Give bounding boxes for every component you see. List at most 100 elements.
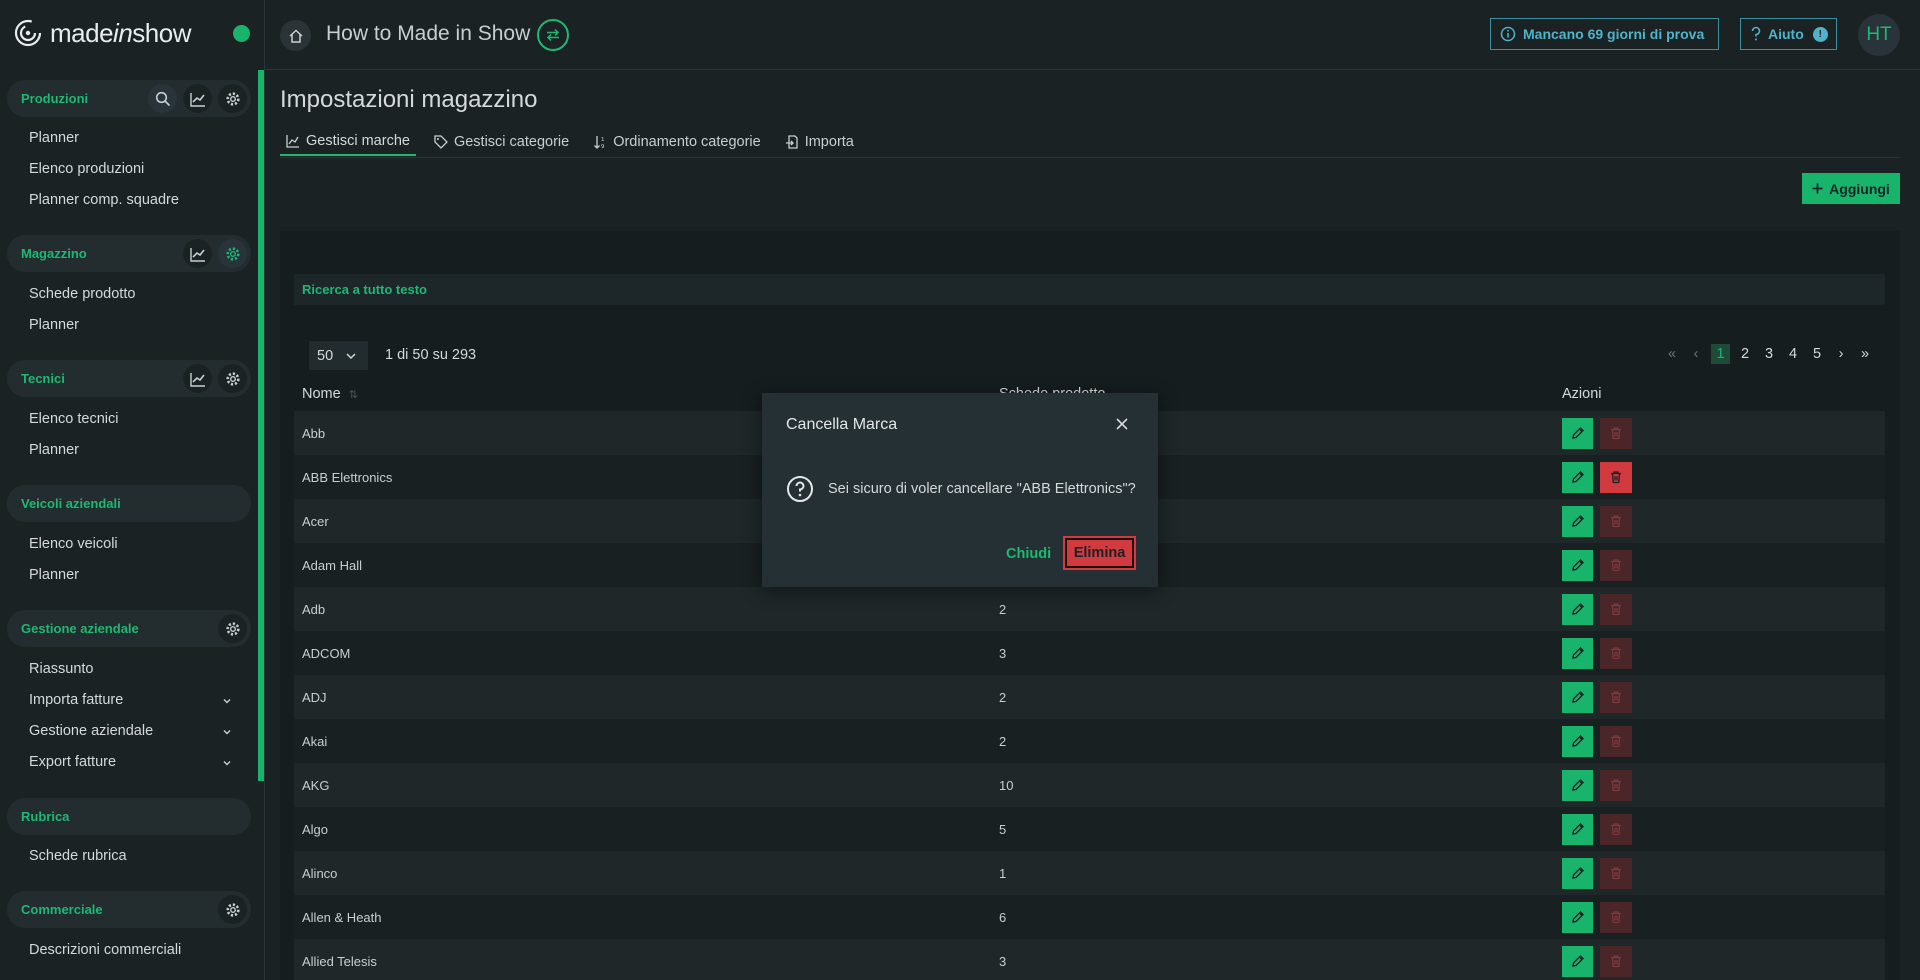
chart-icon[interactable] (183, 239, 212, 268)
trash-icon (1609, 646, 1623, 660)
fulltext-search-input[interactable]: Ricerca a tutto testo (294, 274, 1885, 305)
sidebar-item-planner[interactable]: Planner (29, 317, 79, 333)
trash-icon (1609, 426, 1623, 440)
edit-button[interactable] (1562, 505, 1593, 537)
delete-button[interactable] (1600, 813, 1632, 845)
sidebar-item-planner[interactable]: Planner (29, 130, 79, 146)
edit-button[interactable] (1562, 725, 1593, 757)
edit-button[interactable] (1562, 681, 1593, 713)
edit-button[interactable] (1562, 857, 1593, 889)
chevron-down-icon[interactable] (222, 758, 232, 768)
edit-button[interactable] (1562, 417, 1593, 449)
trash-icon (1609, 558, 1623, 572)
edit-button[interactable] (1562, 769, 1593, 801)
prev-page-icon[interactable]: ‹ (1684, 344, 1708, 364)
section-tecnici[interactable]: Tecnici (7, 360, 251, 397)
delete-confirm-button[interactable]: Elimina (1063, 536, 1136, 570)
switch-workspace-button[interactable] (537, 19, 569, 51)
question-icon (1751, 26, 1761, 41)
delete-button[interactable] (1600, 637, 1632, 669)
trash-icon (1609, 778, 1623, 792)
gear-icon[interactable] (218, 84, 247, 113)
section-veicoli-aziendali[interactable]: Veicoli aziendali (7, 485, 251, 522)
svg-text:9: 9 (601, 144, 605, 149)
pencil-icon (1571, 426, 1585, 440)
edit-button[interactable] (1562, 945, 1593, 977)
edit-button[interactable] (1562, 901, 1593, 933)
help-button[interactable]: Aiuto ! (1740, 18, 1837, 50)
edit-button[interactable] (1562, 593, 1593, 625)
close-icon[interactable] (1111, 413, 1133, 435)
sidebar-item-schede-prodotto[interactable]: Schede prodotto (29, 286, 135, 302)
column-header-nome[interactable]: Nome ⇅ (302, 386, 358, 402)
brand-logo[interactable]: madeinshow (0, 0, 264, 66)
product-count: 6 (999, 909, 1007, 925)
sidebar-item-riassunto[interactable]: Riassunto (29, 661, 93, 677)
home-button[interactable] (280, 20, 311, 51)
gear-icon[interactable] (218, 614, 247, 643)
brand-name: madeinshow (50, 17, 191, 48)
page-4[interactable]: 4 (1781, 344, 1805, 364)
delete-button[interactable] (1600, 549, 1632, 581)
sidebar-item-planner-comp-squadre[interactable]: Planner comp. squadre (29, 192, 179, 208)
edit-button[interactable] (1562, 461, 1593, 493)
search-icon[interactable] (148, 84, 177, 113)
page-5[interactable]: 5 (1805, 344, 1829, 364)
last-page-icon[interactable]: » (1853, 344, 1877, 364)
sidebar-item-gestione-aziendale[interactable]: Gestione aziendale (29, 723, 153, 739)
sidebar-item-schede-rubrica[interactable]: Schede rubrica (29, 848, 127, 864)
sidebar-scrollbar[interactable] (258, 70, 264, 781)
page-1[interactable]: 1 (1711, 344, 1730, 364)
chevron-down-icon[interactable] (222, 727, 232, 737)
section-produzioni[interactable]: Produzioni (7, 80, 251, 117)
delete-button[interactable] (1600, 593, 1632, 625)
gear-icon[interactable] (218, 895, 247, 924)
delete-button[interactable] (1600, 417, 1632, 449)
pencil-icon (1571, 470, 1585, 484)
sidebar-item-elenco-veicoli[interactable]: Elenco veicoli (29, 536, 118, 552)
chevron-down-icon[interactable] (222, 696, 232, 706)
gear-icon[interactable] (218, 364, 247, 393)
section-commerciale[interactable]: Commerciale (7, 891, 251, 928)
page-3[interactable]: 3 (1757, 344, 1781, 364)
tab-gestisci-marche[interactable]: Gestisci marche (280, 128, 416, 156)
delete-button[interactable] (1600, 901, 1632, 933)
delete-button[interactable] (1600, 681, 1632, 713)
sidebar-item-planner[interactable]: Planner (29, 442, 79, 458)
delete-button[interactable] (1600, 857, 1632, 889)
section-gestione-aziendale[interactable]: Gestione aziendale (7, 610, 251, 647)
delete-button[interactable] (1600, 945, 1632, 977)
sidebar-item-elenco-tecnici[interactable]: Elenco tecnici (29, 411, 118, 427)
tab-gestisci-categorie[interactable]: Gestisci categorie (428, 128, 575, 156)
edit-button[interactable] (1562, 549, 1593, 581)
product-count: 2 (999, 689, 1007, 705)
page-2[interactable]: 2 (1733, 344, 1757, 364)
section-rubrica[interactable]: Rubrica (7, 798, 251, 835)
chart-icon[interactable] (183, 364, 212, 393)
delete-button[interactable] (1600, 461, 1632, 493)
tab-ordinamento-categorie[interactable]: 19 Ordinamento categorie (587, 128, 767, 156)
close-button[interactable]: Chiudi (1006, 546, 1051, 562)
sidebar-item-export-fatture[interactable]: Export fatture (29, 754, 116, 770)
sidebar-item-elenco-produzioni[interactable]: Elenco produzioni (29, 161, 144, 177)
delete-button[interactable] (1600, 769, 1632, 801)
edit-button[interactable] (1562, 637, 1593, 669)
section-magazzino[interactable]: Magazzino (7, 235, 251, 272)
delete-button[interactable] (1600, 725, 1632, 757)
user-avatar[interactable]: HT (1858, 14, 1900, 56)
first-page-icon[interactable]: « (1660, 344, 1684, 364)
next-page-icon[interactable]: › (1829, 344, 1853, 364)
edit-button[interactable] (1562, 813, 1593, 845)
trial-remaining-button[interactable]: Mancano 69 giorni di prova (1490, 18, 1719, 50)
sidebar-item-planner[interactable]: Planner (29, 567, 79, 583)
chart-icon[interactable] (183, 84, 212, 113)
product-count: 3 (999, 645, 1007, 661)
sidebar-item-descrizioni-commerciali[interactable]: Descrizioni commerciali (29, 942, 181, 958)
tab-importa[interactable]: Importa (779, 128, 860, 156)
app-title: How to Made in Show (326, 22, 531, 45)
sidebar-item-importa-fatture[interactable]: Importa fatture (29, 692, 123, 708)
gear-icon[interactable] (218, 239, 247, 268)
delete-button[interactable] (1600, 505, 1632, 537)
page-size-select[interactable]: 50 (309, 341, 368, 370)
add-brand-button[interactable]: Aggiungi (1802, 173, 1900, 204)
